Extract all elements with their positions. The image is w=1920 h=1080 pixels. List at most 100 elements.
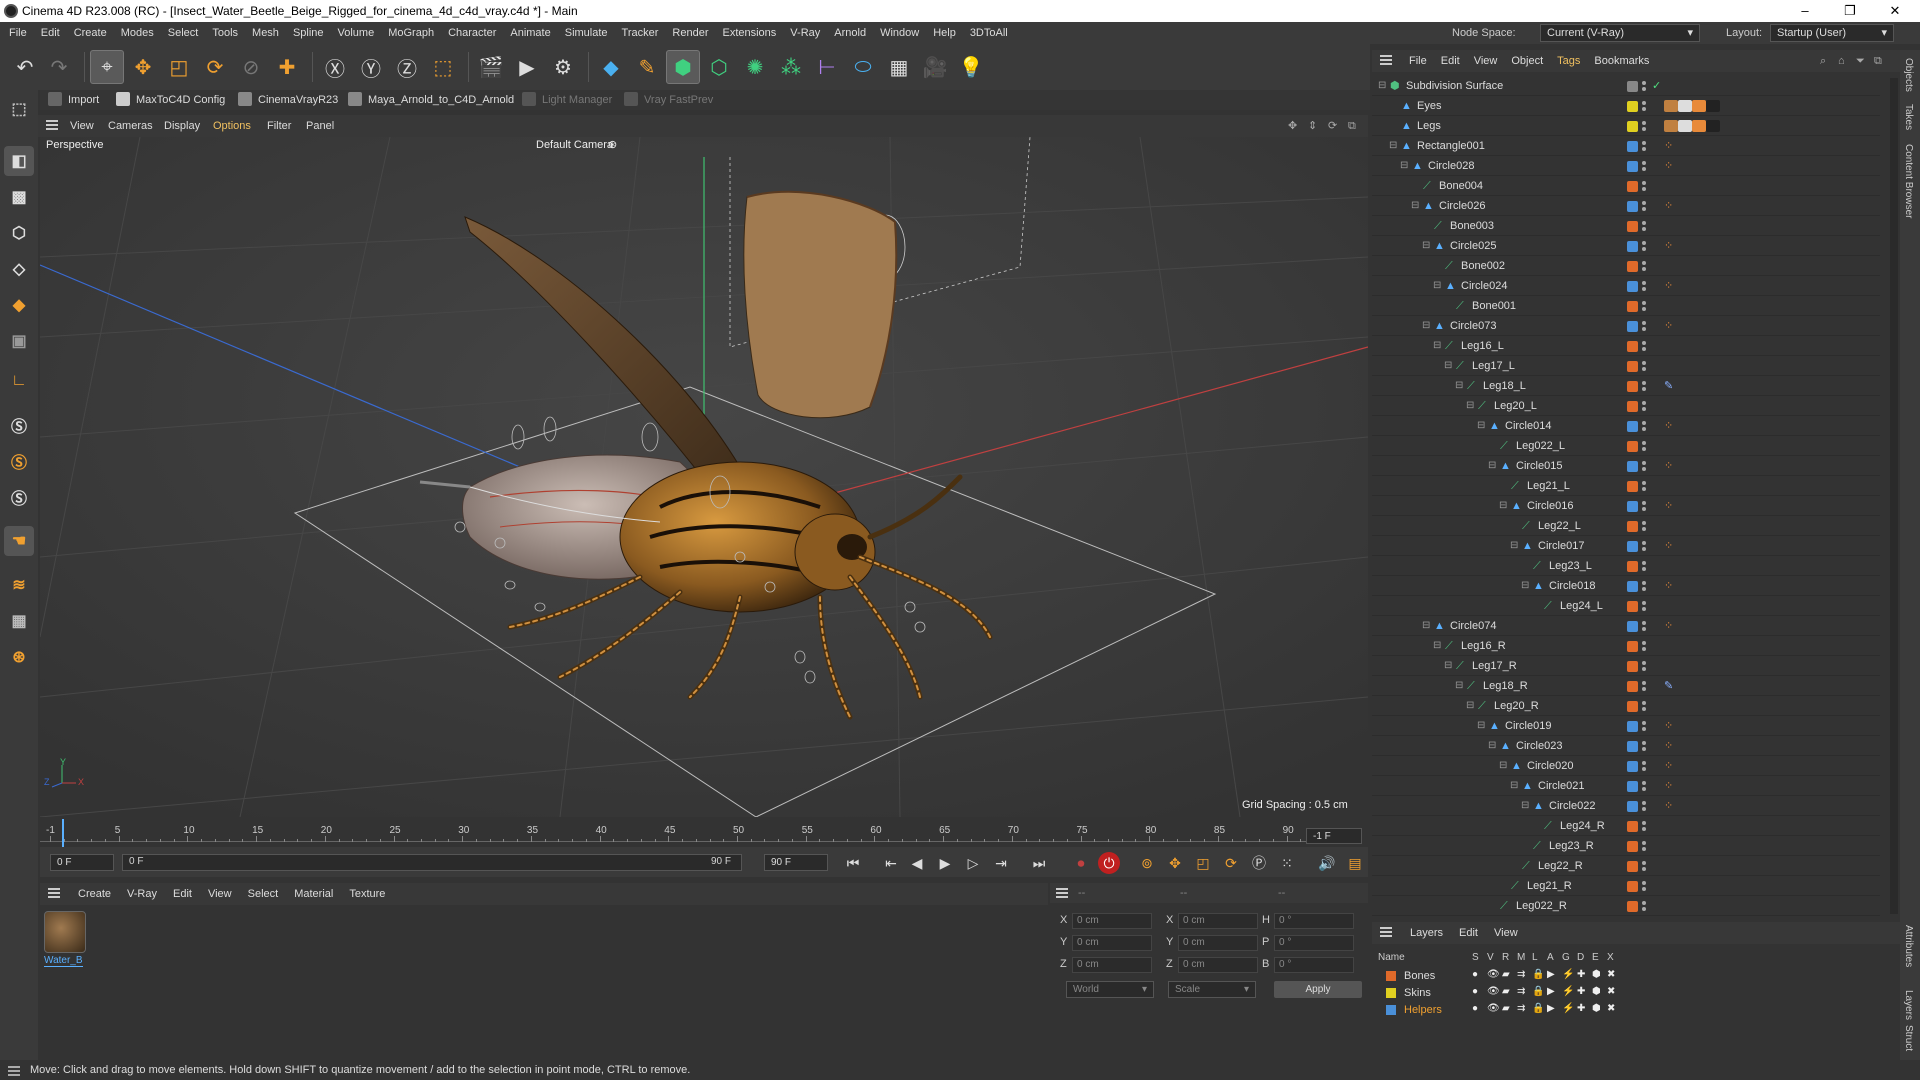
layer-toggle-icon[interactable]: ▰: [1502, 969, 1510, 980]
scale-tool-icon[interactable]: ◰: [162, 50, 196, 84]
render-visibility-dot[interactable]: [1642, 367, 1646, 371]
floor-icon[interactable]: ▦: [882, 50, 916, 84]
layer-color-swatch[interactable]: [1627, 421, 1638, 432]
expand-toggle-icon[interactable]: ⊟: [1400, 156, 1408, 176]
layer-toggle-icon[interactable]: 🔒: [1532, 986, 1544, 997]
z-axis-lock-icon[interactable]: Ⓩ: [390, 50, 424, 84]
expand-toggle-icon[interactable]: ⊟: [1422, 316, 1430, 336]
editor-visibility-dot[interactable]: [1642, 521, 1646, 525]
object-row[interactable]: ⊟ ▲ Circle017 ⁘: [1372, 536, 1880, 556]
object-menu-file[interactable]: File: [1402, 50, 1434, 72]
object-row[interactable]: ⟋ Leg22_R: [1372, 856, 1880, 876]
object-row[interactable]: ⟋ Leg23_L: [1372, 556, 1880, 576]
editor-visibility-dot[interactable]: [1642, 821, 1646, 825]
layer-color-swatch[interactable]: [1627, 781, 1638, 792]
object-menu-object[interactable]: Object: [1504, 50, 1550, 72]
editor-visibility-dot[interactable]: [1642, 221, 1646, 225]
editor-visibility-dot[interactable]: [1642, 261, 1646, 265]
layer-toggle-icon[interactable]: 👁: [1487, 986, 1500, 997]
render-visibility-dot[interactable]: [1642, 187, 1646, 191]
ik-goal-tag-icon[interactable]: ✎: [1664, 680, 1678, 692]
editor-visibility-dot[interactable]: [1642, 301, 1646, 305]
editor-visibility-dot[interactable]: [1642, 341, 1646, 345]
layer-color-swatch[interactable]: [1627, 181, 1638, 192]
expand-toggle-icon[interactable]: ⊟: [1477, 416, 1485, 436]
x-axis-lock-icon[interactable]: Ⓧ: [318, 50, 352, 84]
menu-edit[interactable]: Edit: [34, 22, 67, 44]
key-rotation-icon[interactable]: ⟳: [1220, 852, 1242, 874]
hamburger-icon[interactable]: [1380, 927, 1392, 929]
ik-tag-icon[interactable]: ⁘: [1664, 580, 1678, 592]
editor-visibility-dot[interactable]: [1642, 401, 1646, 405]
object-row[interactable]: ⟋ Leg24_L: [1372, 596, 1880, 616]
coord-value-field[interactable]: 0 cm: [1072, 913, 1152, 929]
editor-visibility-dot[interactable]: [1642, 861, 1646, 865]
layer-color-swatch[interactable]: [1386, 1005, 1396, 1015]
layer-color-swatch[interactable]: [1627, 121, 1638, 132]
axis-mode-icon[interactable]: ∟: [4, 366, 34, 396]
texture-tag-icon[interactable]: [1664, 120, 1678, 132]
goto-start-icon[interactable]: ⏮: [842, 852, 864, 874]
model-mode-icon[interactable]: ◧: [4, 146, 34, 176]
render-visibility-dot[interactable]: [1642, 607, 1646, 611]
layer-name[interactable]: Bones: [1404, 970, 1435, 982]
tag-dot-icon[interactable]: [1692, 100, 1706, 112]
layer-color-swatch[interactable]: [1627, 381, 1638, 392]
cinemavray-button[interactable]: CinemaVrayR23: [238, 90, 338, 110]
layer-toggle-icon[interactable]: ⬢: [1592, 1003, 1601, 1014]
render-visibility-dot[interactable]: [1642, 627, 1646, 631]
points-mode-icon[interactable]: ⬡: [4, 218, 34, 248]
expand-toggle-icon[interactable]: ⊟: [1499, 496, 1507, 516]
render-visibility-dot[interactable]: [1642, 887, 1646, 891]
layer-row[interactable]: Skins ● 👁 ▰ ⇉ 🔒 ▶ ⚡ ✚ ⬢ ✖: [1372, 985, 1900, 1002]
layer-toggle-icon[interactable]: ▶: [1547, 986, 1555, 997]
editor-visibility-dot[interactable]: [1642, 601, 1646, 605]
object-row[interactable]: ⊟ ▲ Circle015 ⁘: [1372, 456, 1880, 476]
layer-color-swatch[interactable]: [1627, 761, 1638, 772]
render-visibility-dot[interactable]: [1642, 267, 1646, 271]
key-position-icon[interactable]: ✥: [1164, 852, 1186, 874]
home-icon[interactable]: ⌂: [1838, 50, 1845, 72]
expand-toggle-icon[interactable]: ⊟: [1466, 396, 1474, 416]
autokey-icon[interactable]: ⏻: [1098, 852, 1120, 874]
snap-settings-icon[interactable]: Ⓢ: [4, 446, 34, 476]
editor-visibility-dot[interactable]: [1642, 481, 1646, 485]
make-editable-icon[interactable]: ⬚: [4, 94, 34, 124]
layer-toggle-icon[interactable]: ⇉: [1517, 986, 1525, 997]
layer-toggle-icon[interactable]: ✚: [1577, 986, 1585, 997]
layer-toggle-icon[interactable]: ⇉: [1517, 969, 1525, 980]
expand-toggle-icon[interactable]: ⊟: [1510, 776, 1518, 796]
layer-color-swatch[interactable]: [1627, 501, 1638, 512]
material-menu-select[interactable]: Select: [240, 883, 287, 905]
menu-3dtoall[interactable]: 3DToAll: [963, 22, 1015, 44]
object-row[interactable]: ⊟ ▲ Circle018 ⁘: [1372, 576, 1880, 596]
render-visibility-dot[interactable]: [1642, 307, 1646, 311]
hamburger-icon[interactable]: [1056, 888, 1068, 890]
layer-color-swatch[interactable]: [1627, 321, 1638, 332]
viewport-maximize-icon[interactable]: ⧉: [1348, 115, 1356, 137]
ik-tag-icon[interactable]: ⁘: [1664, 240, 1678, 252]
layer-toggle-icon[interactable]: 👁: [1487, 1003, 1500, 1014]
layer-color-swatch[interactable]: [1627, 141, 1638, 152]
layer-toggle-icon[interactable]: ✖: [1607, 986, 1615, 997]
render-visibility-dot[interactable]: [1642, 707, 1646, 711]
apply-button[interactable]: Apply: [1274, 981, 1362, 998]
max-frame-field[interactable]: 90 F: [764, 854, 828, 871]
object-row[interactable]: ⊟ ⟋ Leg18_L ✎: [1372, 376, 1880, 396]
ik-tag-icon[interactable]: ⁘: [1664, 280, 1678, 292]
object-row[interactable]: ⟋ Leg21_L: [1372, 476, 1880, 496]
hamburger-icon[interactable]: [48, 888, 60, 890]
ik-tag-icon[interactable]: ⁘: [1664, 620, 1678, 632]
expand-toggle-icon[interactable]: ⊟: [1422, 236, 1430, 256]
viewport-menu-view[interactable]: View: [70, 115, 94, 137]
layer-toggle-icon[interactable]: ✖: [1607, 969, 1615, 980]
texture-tag-icon[interactable]: [1678, 100, 1692, 112]
editor-visibility-dot[interactable]: [1642, 441, 1646, 445]
tweak-mode-icon[interactable]: ☚: [4, 526, 34, 556]
expand-toggle-icon[interactable]: ⊟: [1433, 636, 1441, 656]
editor-visibility-dot[interactable]: [1642, 141, 1646, 145]
expand-toggle-icon[interactable]: ⊟: [1433, 336, 1441, 356]
editor-visibility-dot[interactable]: [1642, 721, 1646, 725]
layer-color-swatch[interactable]: [1627, 701, 1638, 712]
editor-visibility-dot[interactable]: [1642, 321, 1646, 325]
